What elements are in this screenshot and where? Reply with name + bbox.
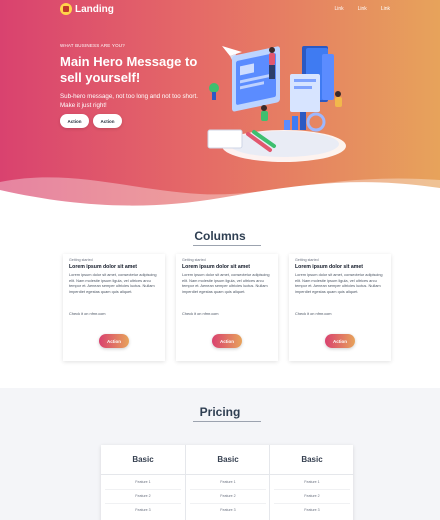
card-eyebrow: Getting started <box>182 258 206 262</box>
feature-divider <box>274 503 350 504</box>
plan-name: Basic <box>301 455 323 464</box>
card-link[interactable]: Check it on nfmr.com <box>295 311 332 316</box>
card-title: Lorem ipsum dolor sit amet <box>69 264 138 270</box>
plan-feature: Feature 2 <box>135 494 151 498</box>
feature-divider <box>274 489 350 490</box>
card-text: Lorem ipsum dolor sit amet, consectetur … <box>182 272 270 294</box>
nav-link[interactable]: Link <box>358 6 367 12</box>
plan-feature: Feature 3 <box>304 508 320 512</box>
card-action-button[interactable]: Action <box>212 334 242 348</box>
plan-feature: Feature 2 <box>220 494 236 498</box>
feature-card: Getting started Lorem ipsum dolor sit am… <box>63 254 165 361</box>
card-action-button[interactable]: Action <box>325 334 355 348</box>
columns-title: Columns <box>194 229 246 243</box>
feature-divider <box>190 503 266 504</box>
feature-card: Getting started Lorem ipsum dolor sit am… <box>289 254 391 361</box>
card-text: Lorem ipsum dolor sit amet, consectetur … <box>69 272 157 294</box>
plan-feature: Feature 1 <box>304 480 320 484</box>
card-link[interactable]: Check it on nfmr.com <box>182 311 219 316</box>
nav-links: Link Link Link <box>334 6 390 12</box>
pricing-plan: Basic Feature 1 Feature 2 Feature 3 <box>269 445 354 520</box>
pricing-title: Pricing <box>199 405 241 419</box>
plan-feature: Feature 2 <box>304 494 320 498</box>
hero-actions: Action Action <box>60 114 122 128</box>
card-text: Lorem ipsum dolor sit amet, consectetur … <box>295 272 383 294</box>
pricing-title-underline <box>193 421 261 422</box>
plan-feature: Feature 3 <box>220 508 236 512</box>
plan-feature: Feature 3 <box>135 508 151 512</box>
brand-name: Landing <box>75 3 114 15</box>
hero-action-button[interactable]: Action <box>93 114 122 128</box>
plan-divider <box>270 474 354 475</box>
hero-section: Landing Link Link Link WHAT BUSINESS ARE… <box>0 0 440 212</box>
nav-link[interactable]: Link <box>334 6 343 12</box>
plan-divider <box>101 474 185 475</box>
card-action-button[interactable]: Action <box>99 334 129 348</box>
hero-wave <box>0 177 440 212</box>
hero-action-button[interactable]: Action <box>60 114 89 128</box>
feature-divider <box>190 489 266 490</box>
plan-feature: Feature 1 <box>220 480 236 484</box>
card-eyebrow: Getting started <box>69 258 93 262</box>
plan-name: Basic <box>132 455 154 464</box>
hero-subtitle: Sub-hero message, not too long and not t… <box>60 93 198 109</box>
brand-logo[interactable]: Landing <box>60 3 114 15</box>
nav-link[interactable]: Link <box>381 6 390 12</box>
card-title: Lorem ipsum dolor sit amet <box>295 264 364 270</box>
plan-name: Basic <box>217 455 239 464</box>
feature-divider <box>105 503 181 504</box>
pricing-plan: Basic Feature 1 Feature 2 Feature 3 <box>185 445 270 520</box>
feature-card: Getting started Lorem ipsum dolor sit am… <box>176 254 278 361</box>
hero-eyebrow: WHAT BUSINESS ARE YOU? <box>60 43 125 48</box>
top-nav: Landing Link Link Link <box>0 0 440 20</box>
card-title: Lorem ipsum dolor sit amet <box>182 264 251 270</box>
card-eyebrow: Getting started <box>295 258 319 262</box>
hero-title: Main Hero Message to sell yourself! <box>60 54 198 85</box>
hero-illustration <box>207 46 346 162</box>
plan-feature: Feature 1 <box>135 480 151 484</box>
columns-title-underline <box>193 245 261 246</box>
pricing-table: Basic Feature 1 Feature 2 Feature 3 Basi… <box>101 445 354 520</box>
plan-divider <box>186 474 270 475</box>
pricing-plan: Basic Feature 1 Feature 2 Feature 3 <box>101 445 185 520</box>
logo-icon <box>60 3 72 15</box>
feature-divider <box>105 489 181 490</box>
card-link[interactable]: Check it on nfmr.com <box>69 311 106 316</box>
